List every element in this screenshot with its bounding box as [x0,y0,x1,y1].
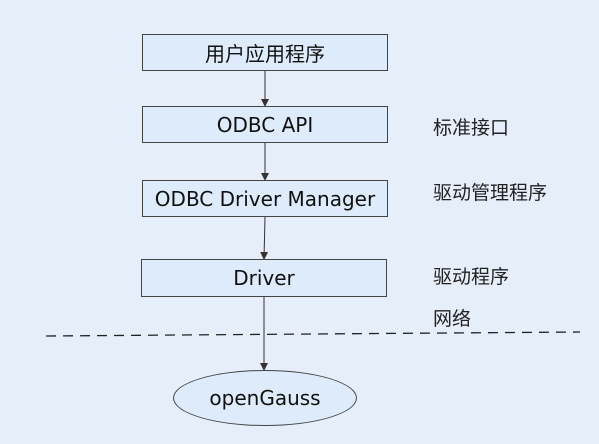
node-opengauss: openGauss [173,370,357,426]
network-boundary-line [45,331,581,337]
label-driver-program: 驱动程序 [433,266,510,288]
node-odbc-api: ODBC API [142,106,388,143]
label-driver-manager: 驱动管理程序 [433,182,548,204]
label-network: 网络 [433,308,472,330]
node-driver: Driver [141,259,387,297]
label-standard-interface: 标准接口 [433,117,510,139]
arrow-manager-to-driver [260,216,269,260]
node-odbc-driver-manager: ODBC Driver Manager [142,180,388,217]
architecture-diagram: 用户应用程序 ODBC API ODBC Driver Manager Driv… [0,0,599,444]
node-user-application: 用户应用程序 [142,34,388,71]
